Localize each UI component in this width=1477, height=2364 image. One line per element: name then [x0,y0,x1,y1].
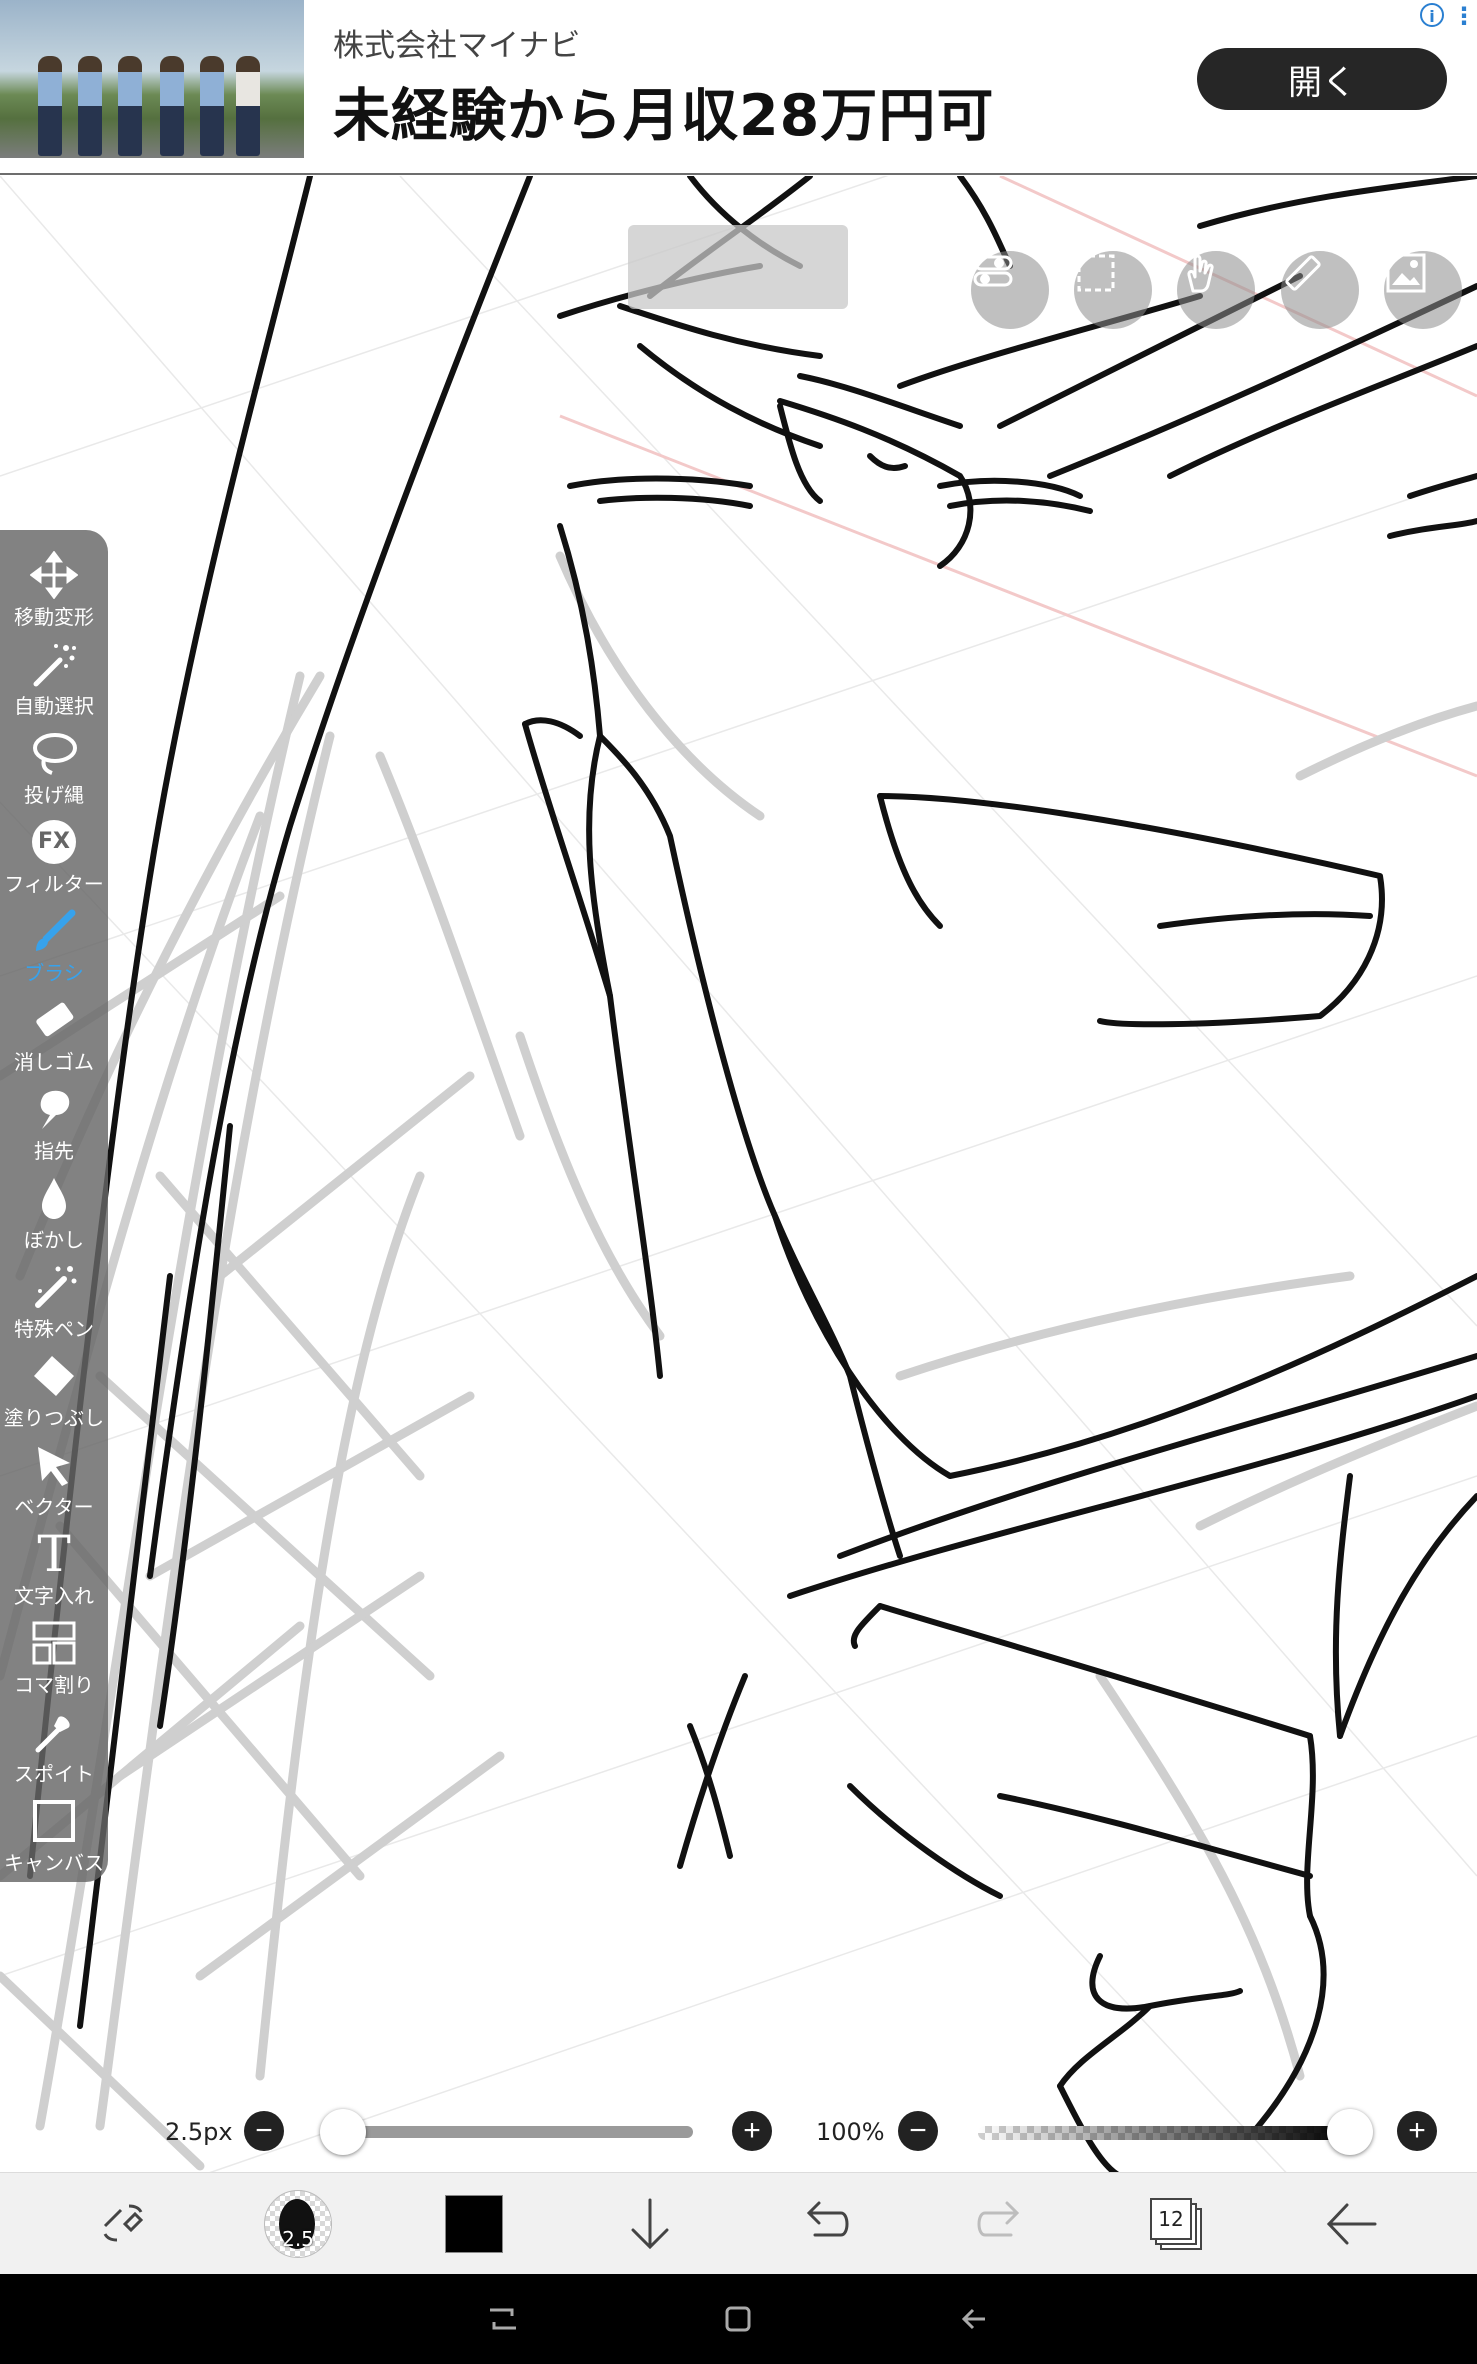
brush-opacity-slider[interactable] [978,2126,1350,2140]
quick-swap-button[interactable] [63,2173,183,2275]
move-transform-icon [27,550,81,600]
undo-button[interactable] [765,2173,885,2275]
brush-preview-icon: 2.5 [264,2190,332,2258]
tool-label: 投げ縄 [24,783,84,807]
tool-canvas[interactable]: キャンバス [0,1792,108,1881]
ad-company-name: 株式会社マイナビ [333,28,581,64]
redo-icon [977,2201,1020,2237]
ad-banner[interactable]: 株式会社マイナビ 未経験から月収28万円可 開く i ⋮ [0,0,1477,175]
tool-auto-select[interactable]: 自動選択 [0,635,108,724]
tool-text[interactable]: T 文字入れ [0,1525,108,1614]
back-icon [961,2308,985,2330]
tool-vector[interactable]: ベクター [0,1436,108,1525]
ad-open-button[interactable]: 開く [1197,48,1447,110]
tool-smudge[interactable]: 指先 [0,1080,108,1169]
eyedropper-icon [27,1707,81,1757]
brush-icon [27,906,81,956]
brush-preview-button[interactable]: 2.5 [238,2173,358,2275]
tool-label: 指先 [34,1139,74,1163]
finger-smudge-icon [27,1084,81,1134]
layers-icon: 12 [1148,2196,1204,2252]
undo-icon [806,2201,849,2237]
lasso-icon [27,728,81,778]
special-pen-icon [27,1262,81,1312]
pen-eraser-swap-icon [103,2204,144,2242]
tool-label: フィルター [4,872,104,896]
brush-size-increase-button[interactable]: + [732,2111,772,2151]
tool-label: キャンバス [4,1851,104,1875]
tool-filter[interactable]: FX フィルター [0,813,108,902]
canvas-artwork [0,176,1477,2172]
more-vertical-icon[interactable]: ⋮ [1452,2,1476,30]
touch-hand-icon[interactable] [1177,251,1255,329]
vector-cursor-icon [27,1440,81,1490]
canvas-drag-tab[interactable] [628,225,848,309]
home-icon [725,2306,751,2332]
current-color-swatch [445,2195,503,2253]
magic-wand-icon [27,639,81,689]
tool-label: 移動変形 [14,605,94,629]
arrow-down-icon [631,2198,669,2250]
blur-drop-icon [27,1173,81,1223]
brush-opacity-knob[interactable] [1327,2109,1373,2155]
tool-eyedropper[interactable]: スポイト [0,1703,108,1792]
tool-label: 消しゴム [14,1050,94,1074]
bottom-toolbar: 2.5 12 [0,2172,1477,2275]
ruler-icon[interactable] [1281,251,1359,329]
layers-button[interactable]: 12 [1116,2173,1236,2275]
redo-button[interactable] [941,2173,1061,2275]
ad-headline[interactable]: 未経験から月収28万円可 [333,70,994,152]
tool-special-pen[interactable]: 特殊ペン [0,1258,108,1347]
selection-icon[interactable] [1074,251,1152,329]
tool-blur[interactable]: ぼかし [0,1169,108,1258]
tool-brush[interactable]: ブラシ [0,902,108,991]
tool-label: ベクター [14,1495,94,1519]
drawing-canvas[interactable] [0,176,1477,2172]
brush-opacity-increase-button[interactable]: + [1397,2111,1437,2151]
tool-panel-divide[interactable]: コマ割り [0,1614,108,1703]
tool-sidebar: 移動変形 自動選択 投げ縄 FX フィルター ブラシ 消しゴム 指先 ぼかし 特… [0,530,108,1882]
eraser-icon [27,995,81,1045]
tool-label: 特殊ペン [14,1317,94,1341]
arrow-left-icon [1326,2203,1377,2245]
recent-apps-icon [490,2308,516,2330]
tool-move-transform[interactable]: 移動変形 [0,546,108,635]
info-icon[interactable]: i [1420,3,1444,27]
brush-size-value: 2.5px [165,2118,233,2146]
layer-count: 12 [1150,2198,1192,2240]
canvas-icon [27,1796,81,1846]
image-layer-icon[interactable] [1384,251,1462,329]
tool-eraser[interactable]: 消しゴム [0,991,108,1080]
text-icon: T [37,1525,71,1583]
back-button[interactable] [1291,2173,1411,2275]
brush-opacity-value: 100% [816,2118,885,2146]
tool-fill[interactable]: 塗りつぶし [0,1347,108,1436]
ad-photo[interactable] [0,0,304,158]
brush-settings-row: 2.5px − + 100% − + [0,2098,1477,2168]
brush-opacity-decrease-button[interactable]: − [898,2111,938,2151]
color-swatch-button[interactable] [414,2173,534,2275]
tool-label: ブラシ [24,961,84,985]
filter-fx-icon: FX [27,817,81,867]
brush-size-knob[interactable] [320,2109,367,2155]
panel-divide-icon [27,1618,81,1668]
tool-label: ぼかし [24,1228,84,1252]
tool-label: コマ割り [14,1673,94,1697]
download-button[interactable] [590,2173,710,2275]
tool-label: 塗りつぶし [3,1406,105,1430]
brush-size-slider[interactable] [325,2126,693,2138]
tool-lasso[interactable]: 投げ縄 [0,724,108,813]
fill-bucket-icon [27,1351,81,1401]
tool-label: 文字入れ [14,1584,94,1608]
home-button[interactable] [678,2274,798,2364]
settings-toggle-icon[interactable] [971,251,1049,329]
tool-label: スポイト [14,1762,94,1786]
system-back-button[interactable] [914,2274,1034,2364]
tool-label: 自動選択 [14,694,94,718]
recent-apps-button[interactable] [443,2274,563,2364]
system-nav-bar [0,2274,1477,2364]
brush-size-decrease-button[interactable]: − [244,2111,284,2151]
